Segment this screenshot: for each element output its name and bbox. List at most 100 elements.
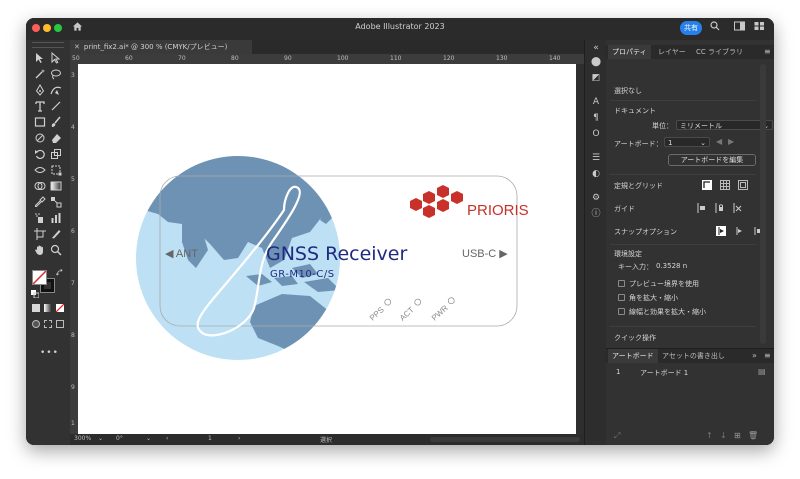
- info-panel-icon[interactable]: ⓘ: [590, 208, 602, 220]
- tab-properties[interactable]: プロパティ: [608, 45, 651, 59]
- fill-swatch[interactable]: [32, 270, 47, 285]
- share-button[interactable]: 共有: [680, 21, 702, 35]
- horizontal-scrollbar[interactable]: [430, 437, 580, 442]
- pathfinder-panel-icon[interactable]: ◐: [590, 168, 602, 180]
- move-up-icon[interactable]: ↑: [706, 431, 713, 440]
- grid-toggle-icon[interactable]: [720, 180, 730, 190]
- pen-tool-icon[interactable]: [34, 84, 46, 96]
- rotate-tool-icon[interactable]: [34, 148, 46, 160]
- properties-panel-icon[interactable]: ⬤: [590, 56, 602, 68]
- edit-toolbar-icon[interactable]: •••: [40, 348, 59, 358]
- draw-mode-inside-icon[interactable]: [56, 320, 64, 328]
- show-guides-icon[interactable]: [696, 203, 706, 213]
- line-segment-tool-icon[interactable]: [50, 100, 62, 112]
- none-mode-button[interactable]: [56, 304, 64, 312]
- hand-tool-icon[interactable]: [34, 244, 46, 256]
- opentype-panel-icon[interactable]: O: [590, 128, 602, 140]
- libraries-panel-icon[interactable]: ◩: [590, 72, 602, 84]
- lock-guides-icon[interactable]: [714, 203, 724, 213]
- free-transform-tool-icon[interactable]: [50, 164, 62, 176]
- next-artboard-icon[interactable]: ▶: [728, 137, 734, 146]
- column-graph-tool-icon[interactable]: [50, 212, 62, 224]
- tab-asset-export[interactable]: アセットの書き出し: [658, 349, 729, 363]
- preferences-label: 環境設定: [614, 250, 642, 258]
- rotation-value[interactable]: 0°: [116, 435, 123, 442]
- magic-wand-tool-icon[interactable]: [34, 68, 46, 80]
- symbol-sprayer-tool-icon[interactable]: [34, 212, 46, 224]
- edit-artboard-button[interactable]: アートボードを編集: [668, 154, 756, 166]
- draw-mode-normal-icon[interactable]: [32, 320, 40, 328]
- draw-mode-behind-icon[interactable]: [44, 320, 52, 328]
- artboard-select[interactable]: 1 ⌄: [664, 137, 710, 147]
- fit-artboard-icon[interactable]: ⤢: [614, 431, 620, 441]
- zoom-tool-icon[interactable]: [50, 244, 62, 256]
- unit-select-value: ミリメートル: [680, 122, 722, 130]
- tab-artboards[interactable]: アートボード: [608, 349, 658, 363]
- slice-tool-icon[interactable]: [50, 228, 62, 240]
- previous-artboard-icon[interactable]: ◀: [716, 137, 722, 146]
- transparency-grid-icon[interactable]: [738, 180, 748, 190]
- checkbox-preview-bounds[interactable]: [618, 280, 625, 287]
- artboards-panel-menu-icon[interactable]: ≡: [764, 351, 771, 360]
- panel-scrollbar[interactable]: [760, 64, 766, 344]
- curvature-tool-icon[interactable]: [50, 84, 62, 96]
- zoom-level[interactable]: 300%: [74, 435, 91, 442]
- new-artboard-icon[interactable]: ⊞: [734, 431, 741, 440]
- ruler-toggle-icon[interactable]: [702, 180, 712, 190]
- gradient-mode-button[interactable]: [44, 304, 52, 312]
- paintbrush-tool-icon[interactable]: [50, 116, 62, 128]
- tab-layers[interactable]: レイヤー: [654, 45, 690, 59]
- move-down-icon[interactable]: ↓: [720, 431, 727, 440]
- workspace-switcher-icon[interactable]: [734, 21, 745, 34]
- scale-tool-icon[interactable]: [50, 148, 62, 160]
- checkbox-scale-corners[interactable]: [618, 294, 625, 301]
- width-tool-icon[interactable]: [34, 164, 46, 176]
- color-mode-button[interactable]: [32, 304, 40, 312]
- artboard-list-row[interactable]: 1 アートボード 1 ▤: [606, 365, 774, 379]
- arrange-documents-icon[interactable]: [754, 21, 765, 34]
- previous-artboard-icon[interactable]: ‹: [166, 435, 168, 442]
- rotation-dropdown-icon[interactable]: ⌄: [146, 435, 151, 442]
- zoom-dropdown-icon[interactable]: ⌄: [98, 435, 103, 442]
- led-act: ACT: [398, 298, 422, 323]
- character-panel-icon[interactable]: A: [590, 96, 602, 108]
- paragraph-panel-icon[interactable]: ¶: [590, 112, 602, 124]
- panel-menu-icon[interactable]: ≡: [764, 47, 771, 56]
- shaper-tool-icon[interactable]: [34, 132, 46, 144]
- swap-fill-stroke-icon[interactable]: [56, 269, 64, 277]
- key-increment-value[interactable]: 0.3528 n: [656, 262, 687, 270]
- tab-cc-libraries[interactable]: CC ライブラリ: [692, 45, 747, 59]
- snap-to-pixel-icon[interactable]: [734, 226, 744, 236]
- clear-guides-icon[interactable]: [732, 203, 742, 213]
- next-artboard-icon[interactable]: ›: [238, 435, 240, 442]
- delete-artboard-icon[interactable]: 🗑: [748, 431, 758, 440]
- direct-selection-tool-icon[interactable]: [50, 52, 62, 64]
- artboard-options-icon[interactable]: ▤: [758, 367, 766, 376]
- blend-tool-icon[interactable]: [50, 196, 62, 208]
- type-tool-icon[interactable]: [34, 100, 46, 112]
- rectangle-tool-icon[interactable]: [34, 116, 46, 128]
- document-tab[interactable]: ✕ print_fix2.ai* @ 300 % (CMYK/プレビュー): [70, 40, 252, 54]
- eyedropper-tool-icon[interactable]: [34, 196, 46, 208]
- settings-panel-icon[interactable]: ⚙: [590, 192, 602, 204]
- artboard-number[interactable]: 1: [208, 435, 212, 442]
- lasso-tool-icon[interactable]: [50, 68, 62, 80]
- selection-tool-icon[interactable]: [34, 52, 46, 64]
- default-fill-stroke-icon[interactable]: [31, 290, 39, 298]
- unit-select[interactable]: ミリメートル ⌄: [676, 120, 773, 130]
- artboard-tool-icon[interactable]: [34, 228, 46, 240]
- artboard[interactable]: PRIORIS GNSS Receiver GR-M10-C/S ◀ ANT U…: [78, 64, 576, 434]
- snap-to-point-icon[interactable]: [716, 226, 726, 236]
- gradient-tool-icon[interactable]: [50, 180, 62, 192]
- tools-panel: •••: [26, 40, 71, 445]
- double-chevron-icon[interactable]: »: [752, 351, 757, 360]
- close-tab-icon[interactable]: ✕: [74, 43, 80, 51]
- vertical-scrollbar[interactable]: [576, 64, 584, 434]
- shape-builder-tool-icon[interactable]: [34, 180, 46, 192]
- eraser-tool-icon[interactable]: [50, 132, 62, 144]
- collapse-panels-icon[interactable]: «: [590, 42, 602, 54]
- checkbox-scale-strokes[interactable]: [618, 308, 625, 315]
- search-icon[interactable]: [710, 21, 720, 34]
- align-panel-icon[interactable]: ☰: [590, 152, 602, 164]
- artwork[interactable]: PRIORIS GNSS Receiver GR-M10-C/S ◀ ANT U…: [78, 64, 576, 434]
